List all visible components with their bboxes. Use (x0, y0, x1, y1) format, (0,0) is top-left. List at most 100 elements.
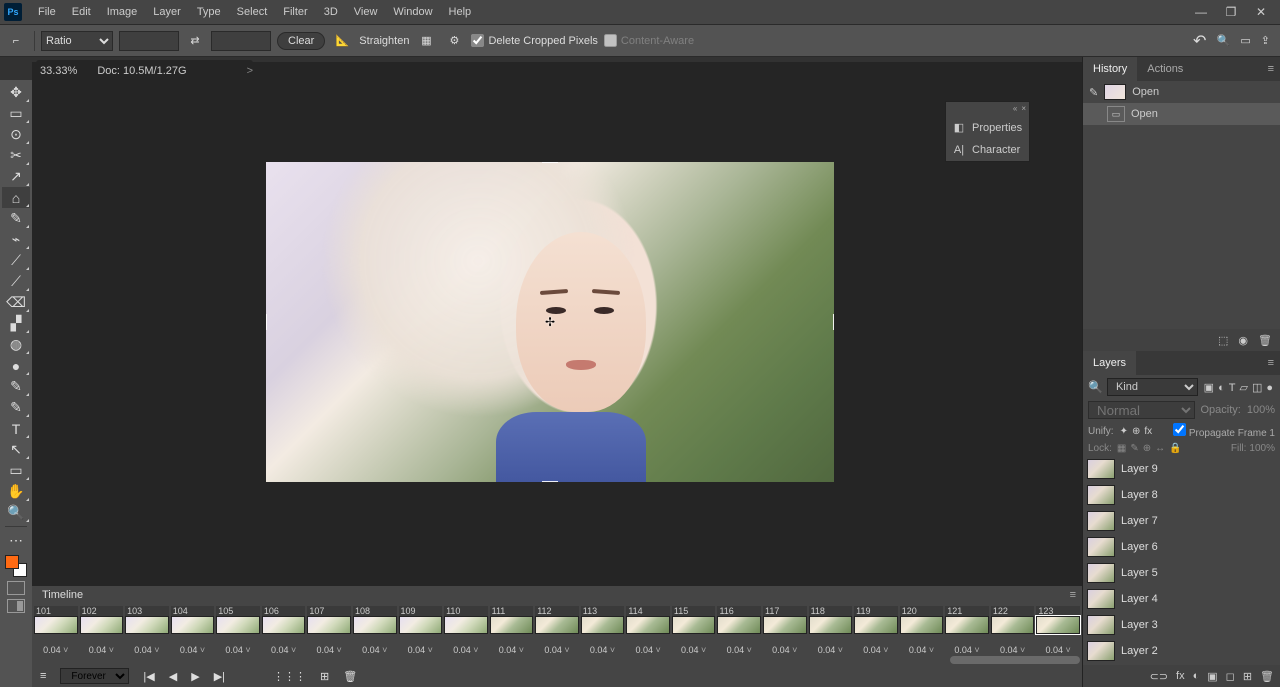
screen-mode-icon[interactable] (7, 599, 25, 613)
menu-select[interactable]: Select (229, 0, 276, 24)
layer-filter-4-icon[interactable]: ◫ (1250, 382, 1264, 394)
reset-crop-icon[interactable]: ↶ (1189, 31, 1211, 51)
crop-handle-right[interactable] (833, 314, 834, 330)
blend-mode-select[interactable]: Normal (1088, 401, 1195, 419)
timeline-frame-103[interactable]: 103 0.04 ˅ (125, 606, 169, 655)
timeline-frame-107[interactable]: 107 0.04 ˅ (307, 606, 351, 655)
window-close[interactable]: ✕ (1246, 5, 1276, 19)
timeline-panel-menu-icon[interactable]: ≡ (1064, 589, 1082, 601)
history-foot-icon-2[interactable]: 🗑 (1258, 334, 1272, 347)
tool-12[interactable]: ◍ (2, 334, 30, 355)
frame-duration[interactable]: 0.04 ˅ (581, 634, 625, 655)
frame-duration[interactable]: 0.04 ˅ (991, 634, 1035, 655)
swap-dimensions-icon[interactable]: ⇄ (185, 34, 205, 47)
timeline-frame-122[interactable]: 122 0.04 ˅ (991, 606, 1035, 655)
frame-duration[interactable]: 0.04 ˅ (900, 634, 944, 655)
lock-3-icon[interactable]: ↔ (1153, 443, 1167, 454)
layers-foot-icon-4[interactable]: ◻ (1226, 670, 1235, 683)
panel-shortcut-properties[interactable]: ◧ Properties (946, 116, 1029, 139)
tool-8[interactable]: ⟋ (2, 250, 30, 271)
timeline-frame-109[interactable]: 109 0.04 ˅ (399, 606, 443, 655)
timeline-frame-113[interactable]: 113 0.04 ˅ (581, 606, 625, 655)
timeline-frame-114[interactable]: 114 0.04 ˅ (626, 606, 670, 655)
layer-filter-2-icon[interactable]: T (1227, 382, 1238, 394)
window-minimize[interactable]: — (1186, 5, 1216, 19)
crop-options-gear-icon[interactable]: ⚙ (443, 34, 465, 47)
unify-0-icon[interactable]: ✦ (1118, 426, 1130, 437)
history-step[interactable]: ▭ Open (1083, 103, 1280, 125)
timeline-frame-116[interactable]: 116 0.04 ˅ (717, 606, 761, 655)
tool-1[interactable]: ▭ (2, 103, 30, 124)
new-frame-icon[interactable]: ⊞ (320, 670, 329, 683)
menu-window[interactable]: Window (385, 0, 440, 24)
doc-info-arrow-icon[interactable]: > (247, 65, 253, 77)
next-frame-icon[interactable]: ▶| (214, 670, 225, 683)
layers-foot-icon-0[interactable]: ⊂⊃ (1150, 670, 1168, 683)
timeline-frame-111[interactable]: 111 0.04 ˅ (490, 606, 534, 655)
layers-foot-icon-3[interactable]: ▣ (1207, 670, 1217, 683)
tween-icon[interactable]: ⋮⋮⋮ (273, 670, 306, 683)
crop-handle-left[interactable] (266, 314, 267, 330)
prev-frame-icon[interactable]: ◀ (169, 670, 177, 683)
timeline-frame-106[interactable]: 106 0.04 ˅ (262, 606, 306, 655)
frame-duration[interactable]: 0.04 ˅ (34, 634, 78, 655)
layers-foot-icon-2[interactable]: ◐ (1193, 670, 1200, 682)
timeline-options-icon[interactable]: ≡ (40, 670, 46, 682)
menu-file[interactable]: File (30, 0, 64, 24)
menu-edit[interactable]: Edit (64, 0, 99, 24)
panel-shortcut-character[interactable]: A| Character (946, 139, 1029, 161)
propagate-checkbox[interactable]: Propagate Frame 1 (1173, 423, 1275, 439)
frame-duration[interactable]: 0.04 ˅ (353, 634, 397, 655)
tool-14[interactable]: ✎ (2, 376, 30, 397)
layers-foot-icon-1[interactable]: fx (1176, 670, 1185, 682)
tab-actions[interactable]: Actions (1137, 57, 1193, 81)
opacity-value[interactable]: 100% (1247, 404, 1275, 416)
color-swatches[interactable] (5, 555, 27, 577)
canvas-workspace[interactable]: ✢ 33.33% Doc: 10.5M/1.27G > (32, 80, 1082, 586)
timeline-frame-123[interactable]: 123 0.04 ˅ (1036, 606, 1080, 655)
tool-6[interactable]: ✎ (2, 208, 30, 229)
tool-10[interactable]: ⌫ (2, 292, 30, 313)
layer-row[interactable]: Layer 7 (1083, 508, 1280, 534)
frame-duration[interactable]: 0.04 ˅ (490, 634, 534, 655)
delete-cropped-checkbox[interactable]: Delete Cropped Pixels (471, 34, 597, 47)
tab-history[interactable]: History (1083, 57, 1137, 81)
menu-3d[interactable]: 3D (316, 0, 346, 24)
layer-filter-5-icon[interactable]: ● (1264, 382, 1275, 394)
layer-filter-kind[interactable]: Kind (1107, 378, 1198, 396)
panel-collapse-icon[interactable]: « (1013, 104, 1017, 114)
frame-duration[interactable]: 0.04 ˅ (262, 634, 306, 655)
zoom-level[interactable]: 33.33% (40, 65, 77, 77)
timeline-frame-108[interactable]: 108 0.04 ˅ (353, 606, 397, 655)
timeline-frame-112[interactable]: 112 0.04 ˅ (535, 606, 579, 655)
layers-foot-icon-5[interactable]: ⊞ (1243, 670, 1252, 683)
layer-row[interactable]: Layer 8 (1083, 482, 1280, 508)
tool-19[interactable]: ✋ (2, 481, 30, 502)
tab-layers[interactable]: Layers (1083, 351, 1136, 375)
timeline-frame-101[interactable]: 101 0.04 ˅ (34, 606, 78, 655)
history-foot-icon-1[interactable]: ◉ (1238, 334, 1248, 347)
tool-5[interactable]: ⌂ (2, 187, 30, 208)
layer-row[interactable]: Layer 2 (1083, 638, 1280, 664)
history-panel-menu-icon[interactable]: ≡ (1262, 63, 1280, 75)
frame-duration[interactable]: 0.04 ˅ (216, 634, 260, 655)
tool-15[interactable]: ✎ (2, 397, 30, 418)
tool-11[interactable]: ▞ (2, 313, 30, 334)
frame-duration[interactable]: 0.04 ˅ (672, 634, 716, 655)
layers-foot-icon-6[interactable]: 🗑 (1260, 670, 1274, 683)
tool-18[interactable]: ▭ (2, 460, 30, 481)
crop-height-field[interactable] (211, 31, 271, 51)
tool-20[interactable]: 🔍 (2, 502, 30, 523)
timeline-frame-117[interactable]: 117 0.04 ˅ (763, 606, 807, 655)
frame-duration[interactable]: 0.04 ˅ (626, 634, 670, 655)
clear-button[interactable]: Clear (277, 32, 325, 50)
layer-row[interactable]: Layer 3 (1083, 612, 1280, 638)
timeline-frame-118[interactable]: 118 0.04 ˅ (809, 606, 853, 655)
frame-duration[interactable]: 0.04 ˅ (444, 634, 488, 655)
tool-2[interactable]: ⊙ (2, 124, 30, 145)
timeline-scrollbar[interactable] (950, 656, 1080, 664)
share-icon[interactable]: ⇪ (1261, 34, 1270, 47)
loop-select[interactable]: Forever (60, 668, 129, 684)
timeline-frame-102[interactable]: 102 0.04 ˅ (80, 606, 124, 655)
frame-duration[interactable]: 0.04 ˅ (763, 634, 807, 655)
